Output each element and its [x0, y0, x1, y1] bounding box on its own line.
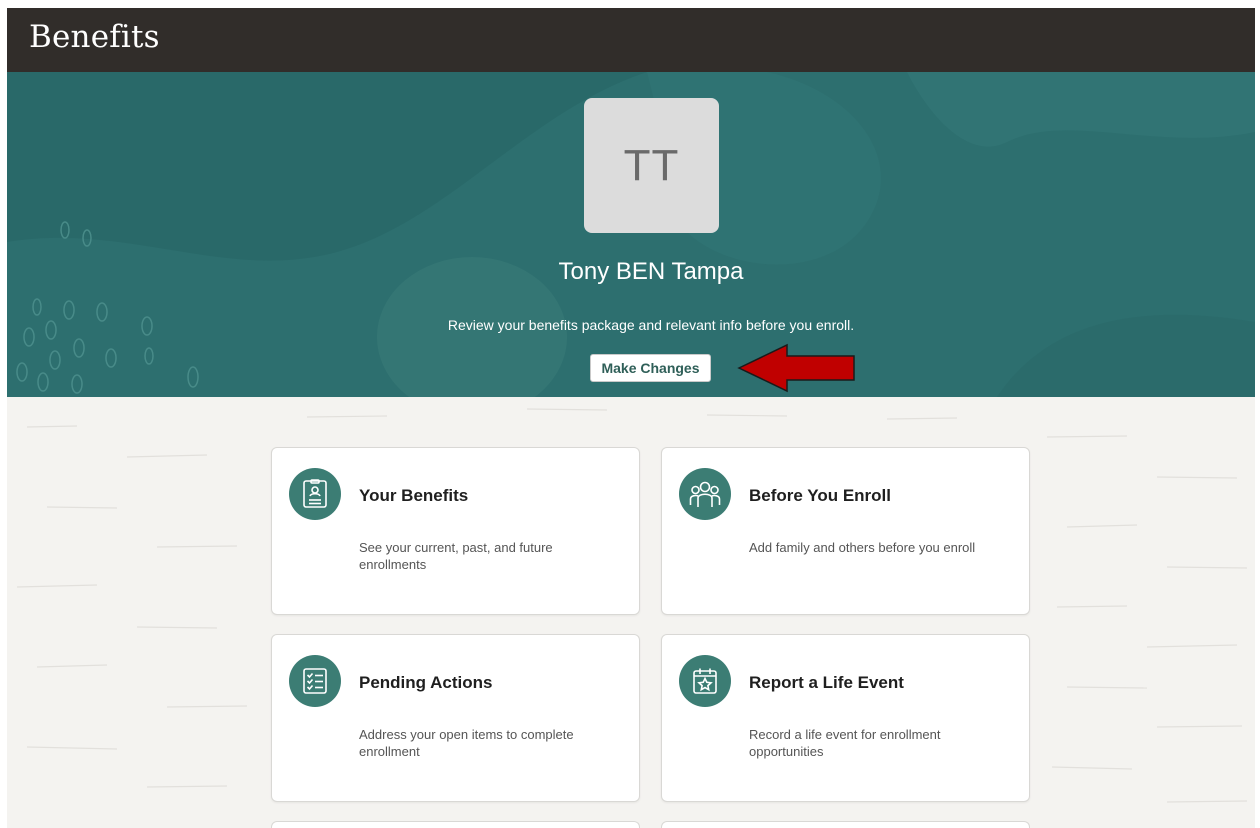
card-title: Report a Life Event — [749, 673, 904, 692]
make-changes-button[interactable]: Make Changes — [590, 354, 711, 382]
people-group-icon — [679, 468, 731, 520]
hero-banner: TT Tony BEN Tampa Review your benefits p… — [7, 72, 1255, 397]
hero-subtitle: Review your benefits package and relevan… — [447, 317, 855, 333]
id-badge-icon — [289, 468, 341, 520]
card-partial-right[interactable] — [661, 821, 1030, 828]
card-description: Add family and others before you enroll — [749, 540, 976, 555]
card-description: Address your open items to complete enro… — [359, 727, 574, 759]
card-before-you-enroll[interactable]: Before You Enroll Add family and others … — [661, 447, 1030, 615]
card-report-life-event[interactable]: Report a Life Event Record a life event … — [661, 634, 1030, 802]
card-your-benefits[interactable]: Your Benefits See your current, past, an… — [271, 447, 640, 615]
card-title: Pending Actions — [359, 673, 493, 692]
card-description: See your current, past, and future enrol… — [359, 540, 553, 572]
card-description: Record a life event for enrollment oppor… — [749, 727, 941, 759]
calendar-star-icon — [679, 655, 731, 707]
page-title: Benefits — [29, 19, 160, 55]
avatar: TT — [584, 98, 719, 233]
card-pending-actions[interactable]: Pending Actions Address your open items … — [271, 634, 640, 802]
card-title: Your Benefits — [359, 486, 469, 505]
checklist-icon — [289, 655, 341, 707]
card-title: Before You Enroll — [749, 486, 892, 505]
benefits-page: Benefits TT Tony BEN Tampa Review your b… — [7, 8, 1255, 828]
card-partial-left[interactable] — [271, 821, 640, 828]
content-area: Your Benefits See your current, past, an… — [7, 397, 1255, 828]
user-name: Tony BEN Tampa — [558, 258, 744, 285]
arrow-left-icon — [737, 343, 855, 393]
header-bar: Benefits — [7, 8, 1255, 72]
